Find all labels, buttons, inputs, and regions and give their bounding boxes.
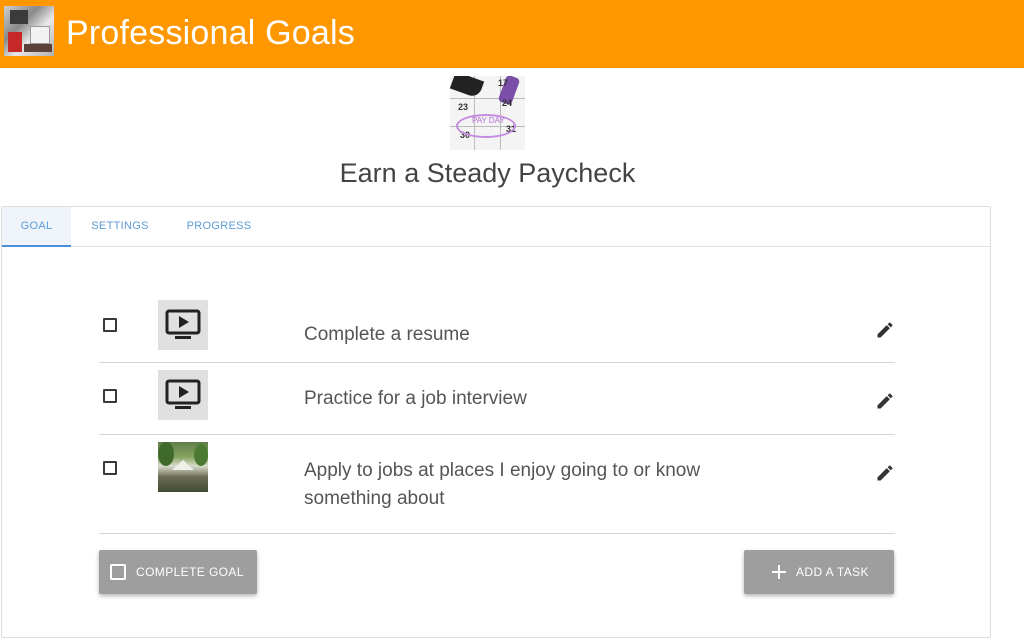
payday-label: PAY DAY xyxy=(472,116,505,125)
task-row: Practice for a job interview xyxy=(99,363,895,435)
calendar-day: 17 xyxy=(498,78,509,88)
task-text[interactable]: Complete a resume xyxy=(304,321,754,349)
complete-goal-label: COMPLETE GOAL xyxy=(136,565,244,579)
complete-goal-button[interactable]: COMPLETE GOAL xyxy=(99,550,257,594)
task-checkbox[interactable] xyxy=(103,318,117,332)
task-checkbox[interactable] xyxy=(103,461,117,475)
pencil-icon[interactable] xyxy=(875,320,895,340)
app-title: Professional Goals xyxy=(66,14,355,52)
task-text[interactable]: Practice for a job interview xyxy=(304,385,754,413)
goal-title: Earn a Steady Paycheck xyxy=(339,158,636,188)
tab-progress[interactable]: PROGRESS xyxy=(178,207,260,247)
tab-goal[interactable]: GOAL xyxy=(2,207,71,247)
video-player-icon[interactable] xyxy=(158,300,208,350)
checkbox-outline-icon xyxy=(110,564,126,580)
task-checkbox[interactable] xyxy=(103,389,117,403)
pencil-icon[interactable] xyxy=(875,463,895,483)
calendar-day: 24 xyxy=(502,98,513,108)
goal-image: 17 23 24 30 31 PAY DAY xyxy=(450,76,525,150)
goal-card: GOAL SETTINGS PROGRESS Complete a resume xyxy=(1,206,991,638)
goal-tabs: GOAL SETTINGS PROGRESS xyxy=(2,207,990,247)
add-task-label: ADD A TASK xyxy=(796,565,869,579)
video-player-icon[interactable] xyxy=(158,370,208,420)
app-bar: Professional Goals xyxy=(0,0,1024,68)
park-photo[interactable] xyxy=(158,442,208,492)
add-task-button[interactable]: ADD A TASK xyxy=(744,550,894,594)
tab-settings[interactable]: SETTINGS xyxy=(80,207,160,247)
app-logo[interactable] xyxy=(4,6,54,56)
task-row: Complete a resume xyxy=(99,299,895,363)
calendar-day: 23 xyxy=(458,102,469,112)
plus-icon xyxy=(772,565,786,579)
marker-image xyxy=(450,76,485,99)
pencil-icon[interactable] xyxy=(875,391,895,411)
task-row: Apply to jobs at places I enjoy going to… xyxy=(99,435,895,534)
task-text[interactable]: Apply to jobs at places I enjoy going to… xyxy=(304,457,754,513)
